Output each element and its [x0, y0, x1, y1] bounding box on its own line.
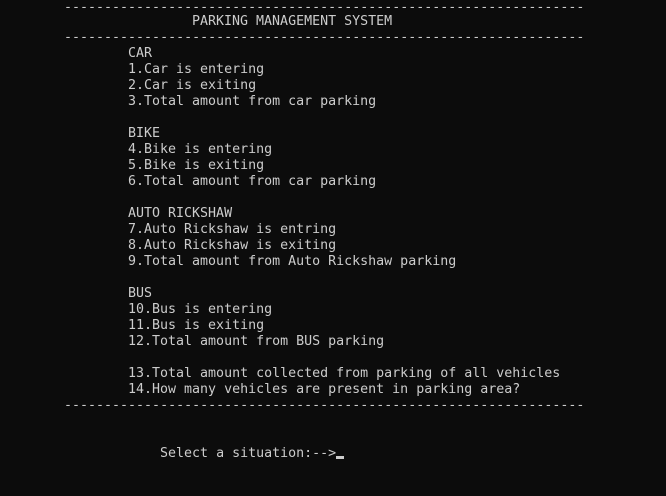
menu-option-3: 3.Total amount from car parking	[128, 94, 377, 109]
car-section-heading: CAR	[128, 46, 153, 61]
console-window[interactable]: ----------------------------------------…	[0, 0, 666, 496]
menu-option-7: 7.Auto Rickshaw is entring	[128, 222, 337, 237]
menu-option-4: 4.Bike is entering	[128, 142, 273, 157]
menu-option-8: 8.Auto Rickshaw is exiting	[128, 238, 337, 253]
bike-section-heading: BIKE	[128, 126, 161, 141]
prompt-text: Select a situation:-->	[160, 446, 337, 461]
bus-section-heading: BUS	[128, 286, 153, 301]
menu-option-10: 10.Bus is entering	[128, 302, 273, 317]
menu-option-9: 9.Total amount from Auto Rickshaw parkin…	[128, 254, 457, 269]
menu-option-14: 14.How many vehicles are present in park…	[128, 382, 521, 397]
menu-option-2: 2.Car is exiting	[128, 78, 257, 93]
menu-option-11: 11.Bus is exiting	[128, 318, 265, 333]
input-prompt-line[interactable]: Select a situation:-->	[128, 430, 345, 461]
menu-option-12: 12.Total amount from BUS parking	[128, 334, 385, 349]
text-cursor[interactable]	[336, 456, 345, 459]
page-title: PARKING MANAGEMENT SYSTEM	[192, 14, 393, 29]
menu-option-5: 5.Bike is exiting	[128, 158, 265, 173]
menu-option-1: 1.Car is entering	[128, 62, 265, 77]
menu-option-13: 13.Total amount collected from parking o…	[128, 366, 561, 381]
header-divider: ----------------------------------------…	[64, 30, 585, 45]
menu-option-6: 6.Total amount from car parking	[128, 174, 377, 189]
footer-divider: ----------------------------------------…	[64, 398, 585, 413]
auto-rickshaw-section-heading: AUTO RICKSHAW	[128, 206, 233, 221]
